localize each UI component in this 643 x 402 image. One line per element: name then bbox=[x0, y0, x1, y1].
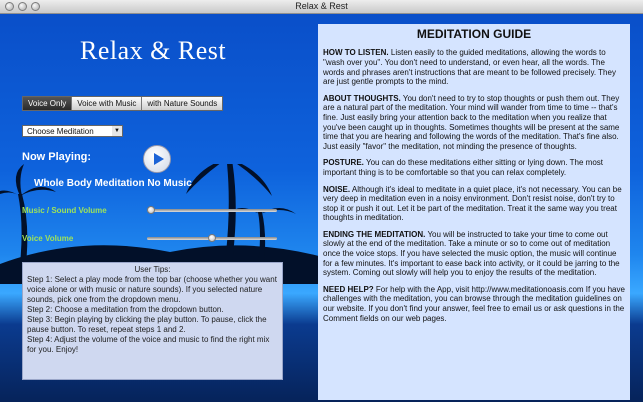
play-icon bbox=[153, 153, 164, 165]
voice-volume-label: Voice Volume bbox=[22, 234, 74, 243]
guide-section-heading: POSTURE. bbox=[323, 158, 364, 168]
guide-section: NOISE. Although it's ideal to meditate i… bbox=[323, 185, 625, 223]
mode-with-nature-sounds[interactable]: with Nature Sounds bbox=[142, 97, 223, 110]
guide-section: POSTURE. You can do these meditations ei… bbox=[323, 158, 625, 177]
voice-volume-slider[interactable] bbox=[147, 234, 277, 242]
play-mode-bar: Voice Only Voice with Music with Nature … bbox=[22, 96, 224, 111]
mode-voice-only[interactable]: Voice Only bbox=[23, 97, 73, 110]
guide-section-heading: NEED HELP? bbox=[323, 284, 374, 294]
user-tips-heading: User Tips: bbox=[134, 265, 171, 274]
guide-section-heading: NOISE. bbox=[323, 184, 351, 194]
user-tips-panel: User Tips: Step 1: Select a play mode fr… bbox=[22, 262, 283, 380]
user-tips-step: Step 1: Select a play mode from the top … bbox=[27, 275, 277, 304]
app-window: Relax & Rest Relax & Rest Voice Only Voi… bbox=[0, 0, 643, 402]
window-title: Relax & Rest bbox=[295, 1, 348, 11]
music-volume-label: Music / Sound Volume bbox=[22, 206, 107, 215]
music-volume-knob[interactable] bbox=[147, 206, 155, 214]
now-playing-label: Now Playing: bbox=[22, 151, 92, 163]
user-tips-step: Step 2: Choose a meditation from the dro… bbox=[27, 305, 224, 314]
guide-section: ABOUT THOUGHTS. You don't need to try to… bbox=[323, 94, 625, 152]
guide-section: NEED HELP? For help with the App, visit … bbox=[323, 285, 625, 323]
music-volume-slider[interactable] bbox=[147, 206, 277, 214]
meditation-guide-panel: MEDITATION GUIDE HOW TO LISTEN. Listen e… bbox=[318, 24, 630, 400]
guide-section-heading: ABOUT THOUGHTS. bbox=[323, 93, 401, 103]
guide-section-text: You can do these meditations either sitt… bbox=[323, 158, 604, 177]
main-area: Relax & Rest Voice Only Voice with Music… bbox=[0, 14, 643, 402]
guide-section: HOW TO LISTEN. Listen easily to the guid… bbox=[323, 48, 625, 86]
play-button[interactable] bbox=[143, 145, 171, 173]
user-tips-step: Step 3: Begin playing by clicking the pl… bbox=[27, 315, 267, 334]
app-logo: Relax & Rest bbox=[80, 36, 227, 65]
user-tips-step: Step 4: Adjust the volume of the voice a… bbox=[27, 335, 270, 354]
guide-section: ENDING THE MEDITATION. You will be instr… bbox=[323, 230, 625, 278]
guide-section-heading: HOW TO LISTEN. bbox=[323, 48, 389, 58]
guide-section-heading: ENDING THE MEDITATION. bbox=[323, 229, 426, 239]
title-bar: Relax & Rest bbox=[0, 0, 643, 14]
now-playing-track: Whole Body Meditation No Music bbox=[34, 178, 192, 189]
chevron-down-icon: ▼ bbox=[112, 126, 122, 136]
meditation-dropdown[interactable]: Choose Meditation ▼ bbox=[22, 125, 123, 137]
guide-title: MEDITATION GUIDE bbox=[416, 27, 532, 41]
guide-section-text: Although it's ideal to meditate in a qui… bbox=[323, 184, 622, 223]
meditation-dropdown-value: Choose Meditation bbox=[27, 127, 94, 136]
voice-volume-knob[interactable] bbox=[208, 234, 216, 242]
mode-voice-with-music[interactable]: Voice with Music bbox=[72, 97, 143, 110]
